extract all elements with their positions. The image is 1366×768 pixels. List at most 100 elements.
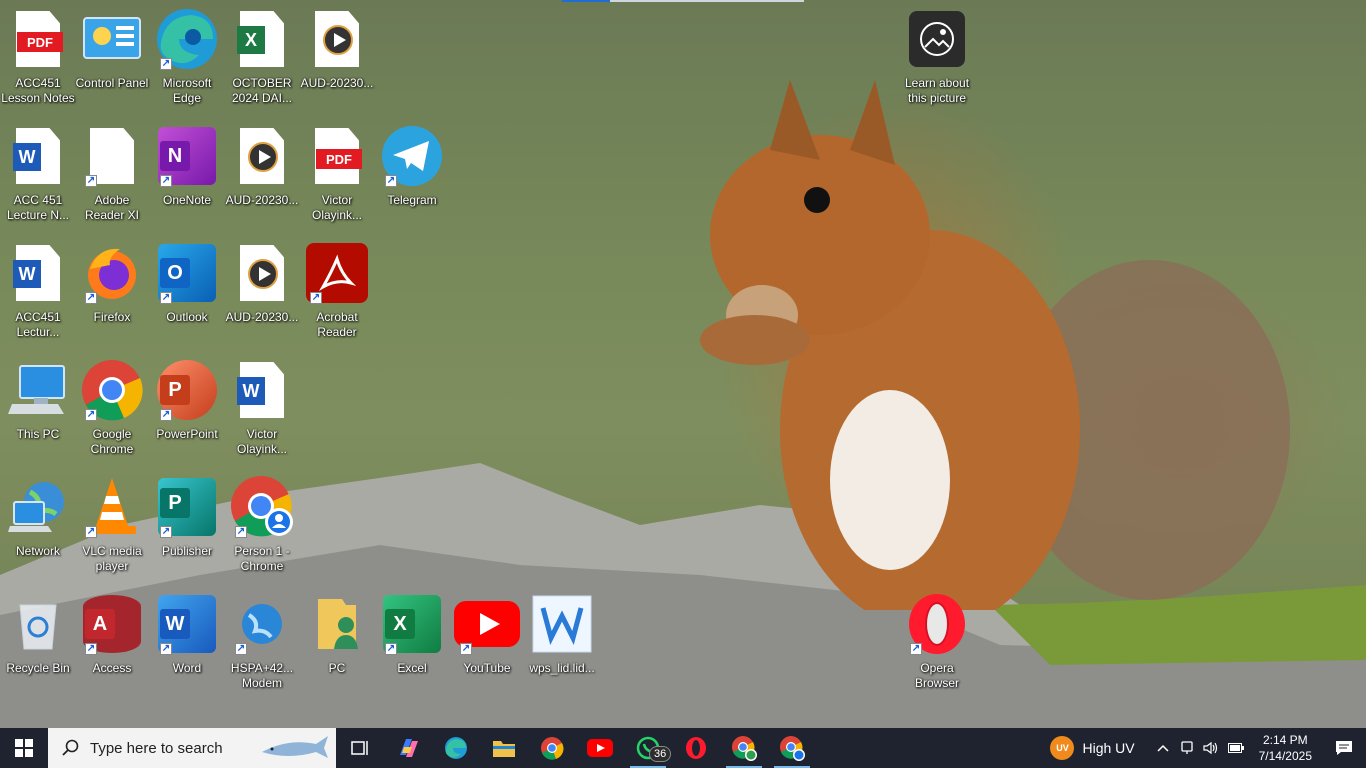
start-button[interactable] (0, 728, 48, 768)
desktop-icon-publisher[interactable]: P ↗ Publisher (149, 474, 225, 586)
desktop-icon-network[interactable]: Network (0, 474, 76, 586)
desktop-icon-recycle-bin[interactable]: Recycle Bin (0, 591, 76, 703)
icon-label: Opera Browser (914, 661, 959, 690)
shortcut-arrow-icon: ↗ (235, 526, 247, 538)
shortcut-arrow-icon: ↗ (460, 643, 472, 655)
desktop-icon-aud-2[interactable]: AUD-20230... (224, 123, 300, 235)
desktop-icon-wps[interactable]: wps_lid.lid... (524, 591, 600, 703)
top-progress-strip (562, 0, 804, 2)
desktop-icon-word[interactable]: W ↗ Word (149, 591, 225, 703)
desktop-icon-microsoft-edge[interactable]: ↗ Microsoft Edge (149, 6, 225, 118)
desktop-icon-acc451-lecture-n[interactable]: W ACC 451 Lecture N... (0, 123, 76, 235)
desktop-icon-control-panel[interactable]: Control Panel (74, 6, 150, 118)
vlc-cone-icon: ↗ (79, 474, 145, 540)
chrome-icon: ↗ (79, 357, 145, 423)
icon-label: This PC (16, 427, 60, 441)
taskbar-chrome-profile[interactable] (720, 728, 768, 768)
desktop-icon-opera[interactable]: ↗ Opera Browser (899, 591, 975, 703)
desktop-icon-excel[interactable]: X ↗ Excel (374, 591, 450, 703)
desktop-icon-october-2024[interactable]: X OCTOBER 2024 DAI... (224, 6, 300, 118)
desktop-icon-aud-1[interactable]: AUD-20230... (299, 6, 375, 118)
desktop-icon-acrobat-reader[interactable]: ↗ Acrobat Reader (299, 240, 375, 352)
desktop-icon-access[interactable]: A ↗ Access (74, 591, 150, 703)
icon-label: Google Chrome (90, 427, 134, 456)
pdf-badge: PDF (17, 32, 63, 52)
desktop-icon-outlook[interactable]: O ↗ Outlook (149, 240, 225, 352)
meet-now-button[interactable] (1175, 728, 1199, 768)
desktop-icon-telegram[interactable]: ↗ Telegram (374, 123, 450, 235)
icon-label: Firefox (93, 310, 131, 324)
taskbar-edge[interactable] (432, 728, 480, 768)
icon-label: Learn about this picture (904, 76, 970, 105)
taskbar-chrome-person[interactable] (768, 728, 816, 768)
desktop-icon-youtube[interactable]: ↗ YouTube (449, 591, 525, 703)
taskbar: Type here to search 36 UV High UV 2:14 P… (0, 728, 1366, 768)
taskbar-clock[interactable]: 2:14 PM 7/14/2025 (1249, 732, 1322, 764)
wps-office-icon (529, 591, 595, 657)
desktop-icon-victor-word[interactable]: W Victor Olayink... (224, 357, 300, 469)
icon-label: ACC 451 Lecture N... (6, 193, 70, 222)
desktop-icon-vlc[interactable]: ↗ VLC media player (74, 474, 150, 586)
word-document-icon: W (5, 123, 71, 189)
taskbar-copilot[interactable] (384, 728, 432, 768)
speaker-icon (1203, 741, 1217, 755)
icon-label: ACC451 Lectur... (15, 310, 61, 339)
battery-button[interactable] (1223, 728, 1249, 768)
audio-file-icon (229, 240, 295, 306)
desktop-icon-person1-chrome[interactable]: ↗ Person 1 - Chrome (224, 474, 300, 586)
desktop-icon-powerpoint[interactable]: P ↗ PowerPoint (149, 357, 225, 469)
desktop-icon-pc[interactable]: PC (299, 591, 375, 703)
icon-label: Recycle Bin (6, 661, 70, 675)
desktop-icon-adobe-reader-xi[interactable]: ↗ Adobe Reader XI (74, 123, 150, 235)
icon-label: YouTube (463, 661, 511, 675)
taskbar-search-box[interactable]: Type here to search (48, 728, 336, 768)
onenote-badge: N (160, 141, 190, 171)
desktop-icon-acc451-lectur[interactable]: W ACC451 Lectur... (0, 240, 76, 352)
desktop-icon-victor-pdf[interactable]: PDF Victor Olayink... (299, 123, 375, 235)
taskbar-file-explorer[interactable] (480, 728, 528, 768)
icon-label: ACC451 Lesson Notes (1, 76, 75, 105)
desktop-icon-aud-3[interactable]: AUD-20230... (224, 240, 300, 352)
icon-label: Control Panel (75, 76, 149, 90)
search-icon (62, 739, 79, 756)
desktop-icon-firefox[interactable]: ↗ Firefox (74, 240, 150, 352)
desktop-icon-hspa-modem[interactable]: ↗ HSPA+42... Modem (224, 591, 300, 703)
icon-label: HSPA+42... Modem (230, 661, 294, 690)
uv-index-icon: UV (1050, 736, 1075, 760)
desktop-icon-google-chrome[interactable]: ↗ Google Chrome (74, 357, 150, 469)
show-hidden-icons-button[interactable] (1151, 728, 1175, 768)
shortcut-arrow-icon: ↗ (160, 175, 172, 187)
volume-button[interactable] (1199, 728, 1223, 768)
word-badge: W (160, 609, 190, 639)
publisher-badge: P (160, 488, 190, 518)
taskbar-opera[interactable] (672, 728, 720, 768)
access-icon: A ↗ (79, 591, 145, 657)
desktop-icon-this-pc[interactable]: This PC (0, 357, 76, 469)
powerpoint-icon: P ↗ (154, 357, 220, 423)
opera-icon: ↗ (904, 591, 970, 657)
desktop-icon-acc451-lesson-notes[interactable]: PDF ACC451 Lesson Notes (0, 6, 76, 118)
desktop-icon-onenote[interactable]: N ↗ OneNote (149, 123, 225, 235)
shortcut-arrow-icon: ↗ (385, 643, 397, 655)
taskbar-whatsapp[interactable]: 36 (624, 728, 672, 768)
taskbar-chrome[interactable] (528, 728, 576, 768)
shortcut-arrow-icon: ↗ (85, 643, 97, 655)
chrome-profile-icon: ↗ (229, 474, 295, 540)
action-center-button[interactable] (1322, 728, 1366, 768)
icon-label: Adobe Reader XI (84, 193, 140, 222)
icon-label: Outlook (166, 310, 208, 324)
shortcut-arrow-icon: ↗ (85, 292, 97, 304)
pdf-badge: PDF (316, 149, 362, 169)
system-tray: UV High UV 2:14 PM 7/14/2025 (1042, 728, 1366, 768)
user-folder-icon (304, 591, 370, 657)
taskbar-youtube[interactable] (576, 728, 624, 768)
acrobat-icon: ↗ (304, 240, 370, 306)
chrome-profile-icon (732, 736, 757, 761)
icon-label: OneNote (162, 193, 212, 207)
task-view-button[interactable] (336, 728, 384, 768)
youtube-icon: ↗ (454, 591, 520, 657)
icon-label: Person 1 - Chrome (234, 544, 290, 573)
desktop-icon-learn-about-picture[interactable]: Learn about this picture (899, 6, 975, 118)
weather-widget[interactable]: UV High UV (1042, 728, 1142, 768)
shortcut-arrow-icon: ↗ (85, 175, 97, 187)
